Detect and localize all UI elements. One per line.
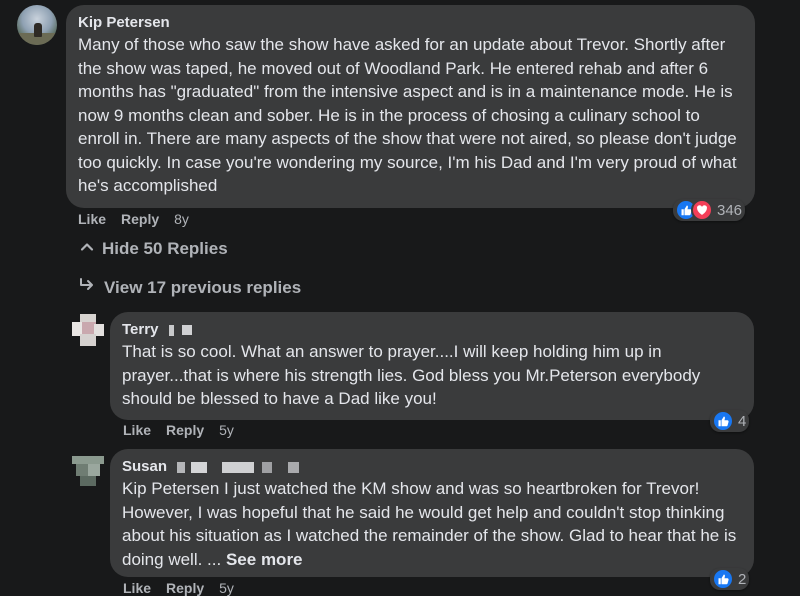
view-previous-replies-button[interactable]: View 17 previous replies bbox=[78, 277, 301, 298]
reply-link[interactable]: Reply bbox=[166, 422, 204, 438]
thumbs-up-icon bbox=[712, 410, 734, 432]
see-more-link[interactable]: See more bbox=[226, 550, 303, 569]
redacted-name bbox=[191, 461, 208, 473]
redacted-name bbox=[261, 461, 272, 473]
comments-section: Kip Petersen Many of those who saw the s… bbox=[0, 0, 800, 596]
reply-link[interactable]: Reply bbox=[121, 211, 159, 227]
comment-bubble-kip: Kip Petersen Many of those who saw the s… bbox=[66, 5, 755, 208]
chevron-up-icon bbox=[80, 239, 94, 259]
redacted-name bbox=[181, 325, 192, 336]
reply-actions-susan: Like Reply 5y bbox=[123, 580, 234, 596]
reaction-count: 2 bbox=[738, 570, 747, 588]
comment-actions-kip: Like Reply 8y bbox=[78, 211, 189, 227]
hide-replies-button[interactable]: Hide 50 Replies bbox=[80, 239, 228, 259]
comment-author[interactable]: Kip Petersen bbox=[78, 14, 743, 31]
reply-bubble-terry: Terry That is so cool. What an answer to… bbox=[110, 312, 754, 420]
hide-replies-label: Hide 50 Replies bbox=[102, 239, 228, 258]
comment-timestamp[interactable]: 8y bbox=[174, 211, 189, 227]
like-link[interactable]: Like bbox=[123, 422, 151, 438]
comment-text: Many of those who saw the show have aske… bbox=[78, 35, 737, 195]
redacted-name bbox=[168, 324, 174, 336]
reply-author: Susan bbox=[122, 458, 742, 475]
reply-timestamp[interactable]: 5y bbox=[219, 422, 234, 438]
reaction-summary-susan[interactable]: 2 bbox=[710, 568, 750, 590]
avatar-terry[interactable] bbox=[72, 314, 104, 346]
redacted-name bbox=[221, 461, 254, 473]
reply-bubble-susan: Susan Kip Petersen I just watched the KM… bbox=[110, 449, 754, 577]
reply-text: Kip Petersen I just watched the KM show … bbox=[122, 477, 742, 571]
reaction-count: 346 bbox=[717, 201, 743, 219]
reply-text-body: Kip Petersen I just watched the KM show … bbox=[122, 479, 737, 569]
reply-author-name[interactable]: Terry bbox=[122, 321, 158, 338]
heart-icon bbox=[691, 199, 713, 221]
thumbs-up-icon bbox=[712, 568, 734, 590]
avatar-susan[interactable] bbox=[72, 456, 104, 488]
reply-author: Terry bbox=[122, 321, 742, 338]
reply-author-name[interactable]: Susan bbox=[122, 458, 167, 475]
reaction-count: 4 bbox=[738, 412, 747, 430]
reply-link[interactable]: Reply bbox=[166, 580, 204, 596]
redacted-name bbox=[177, 461, 186, 473]
avatar-figure bbox=[34, 23, 42, 37]
reaction-summary-kip[interactable]: 346 bbox=[673, 199, 746, 221]
redacted-name bbox=[287, 461, 299, 473]
reply-text: That is so cool. What an answer to praye… bbox=[122, 342, 701, 408]
like-link[interactable]: Like bbox=[78, 211, 106, 227]
reply-actions-terry: Like Reply 5y bbox=[123, 422, 234, 438]
view-previous-label: View 17 previous replies bbox=[104, 277, 302, 297]
reaction-summary-terry[interactable]: 4 bbox=[710, 410, 750, 432]
reply-timestamp[interactable]: 5y bbox=[219, 580, 234, 596]
like-link[interactable]: Like bbox=[123, 580, 151, 596]
reply-arrow-icon bbox=[78, 277, 96, 298]
avatar-kip[interactable] bbox=[17, 5, 57, 45]
